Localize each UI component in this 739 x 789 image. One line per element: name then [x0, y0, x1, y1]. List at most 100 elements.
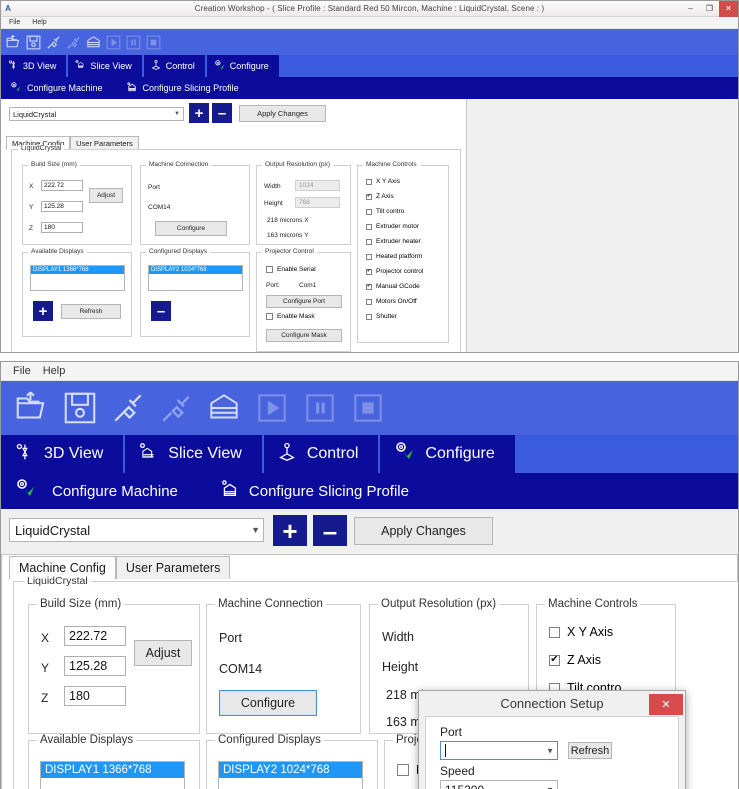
machine-control-row[interactable]: Extruder heater — [366, 238, 444, 245]
enable-mask-checkbox-row[interactable]: Enable Mask — [266, 313, 315, 320]
minimize-button[interactable]: – — [681, 1, 700, 17]
machine-control-row[interactable]: Extruder motor — [366, 223, 444, 230]
enable-serial-checkbox-row[interactable]: Enable Serial — [266, 266, 316, 273]
machine-control-row[interactable]: ✔ Z Axis — [366, 193, 444, 200]
remove-profile-button[interactable]: – — [212, 103, 232, 123]
dialog-refresh-button[interactable]: Refresh — [568, 742, 612, 759]
profile-select[interactable]: LiquidCrystal ▼ — [9, 107, 184, 121]
machine-control-row[interactable]: Shutter — [366, 313, 444, 320]
machine-control-row[interactable]: ✔ Z Axis — [549, 653, 669, 667]
build-size-x-input[interactable]: 222.72 — [41, 180, 83, 191]
machine-control-checkbox[interactable] — [366, 223, 372, 230]
add-display-button[interactable]: + — [33, 301, 53, 321]
adjust-button[interactable]: Adjust — [89, 188, 123, 203]
machine-control-row[interactable]: Tilt contro — [366, 208, 444, 215]
build-size-z-input[interactable]: 180 — [41, 222, 83, 233]
menu-help[interactable]: Help — [43, 365, 66, 377]
tab-user-parameters[interactable]: User Parameters — [115, 556, 231, 579]
save-file-icon[interactable] — [25, 34, 42, 51]
profile-select[interactable]: LiquidCrystal ▼ — [9, 518, 264, 542]
enable-mask-checkbox[interactable] — [266, 313, 273, 320]
open-file-icon[interactable] — [5, 34, 22, 51]
enable-serial-checkbox[interactable] — [266, 266, 273, 273]
machine-control-checkbox[interactable] — [366, 253, 372, 260]
enable-serial-checkbox[interactable] — [397, 764, 409, 776]
tab-slice-view[interactable]: Slice View — [125, 435, 264, 473]
machine-control-row[interactable]: Motors On/Off — [366, 298, 444, 305]
apply-changes-button[interactable]: Apply Changes — [354, 517, 493, 545]
tab-configure[interactable]: Configure — [206, 55, 281, 77]
machine-control-checkbox[interactable] — [366, 178, 372, 185]
configure-port-button[interactable]: Configure Port — [266, 295, 342, 308]
play-icon[interactable] — [105, 34, 122, 51]
configure-mask-button[interactable]: Configure Mask — [266, 329, 342, 342]
remove-display-button[interactable]: – — [151, 301, 171, 321]
disconnect-icon[interactable] — [65, 34, 82, 51]
machine-control-checkbox[interactable]: ✔ — [549, 654, 560, 666]
configured-displays-list[interactable]: DISPLAY2 1024*768 — [218, 761, 363, 789]
dialog-port-select[interactable]: ▼ — [440, 741, 558, 760]
slice-icon[interactable] — [85, 34, 102, 51]
connect-icon[interactable] — [109, 389, 147, 427]
tab-user-parameters[interactable]: User Parameters — [70, 136, 139, 150]
refresh-displays-button[interactable]: Refresh — [61, 304, 121, 319]
machine-control-row[interactable]: ✔ Projector control — [366, 268, 444, 275]
available-display-item[interactable]: DISPLAY1 1366*768 — [31, 266, 124, 274]
machine-control-checkbox[interactable] — [366, 313, 372, 320]
tab-3d-view[interactable]: 3D View — [1, 55, 69, 77]
tab-3d-view[interactable]: 3D View — [1, 435, 126, 473]
subtab-configure-slicing-profile[interactable]: Configure Slicing Profile — [218, 478, 409, 504]
tab-configure[interactable]: Configure — [380, 435, 517, 473]
disconnect-icon[interactable] — [157, 389, 195, 427]
dialog-close-button[interactable]: ✕ — [649, 693, 683, 715]
subtab-configure-machine[interactable]: Configure Machine — [13, 477, 178, 505]
available-displays-list[interactable]: DISPLAY1 1366*768 — [40, 761, 185, 789]
slice-icon[interactable] — [205, 389, 243, 427]
connect-icon[interactable] — [45, 34, 62, 51]
machine-control-checkbox[interactable] — [366, 238, 372, 245]
play-icon[interactable] — [253, 389, 291, 427]
machine-control-row[interactable]: X Y Axis — [549, 625, 669, 639]
adjust-button[interactable]: Adjust — [134, 640, 192, 666]
machine-control-checkbox[interactable] — [366, 208, 372, 215]
configured-display-item[interactable]: DISPLAY2 1024*768 — [219, 762, 362, 778]
pause-icon[interactable] — [301, 389, 339, 427]
menu-file[interactable]: File — [13, 365, 31, 377]
configure-connection-button[interactable]: Configure — [219, 690, 317, 716]
pause-icon[interactable] — [125, 34, 142, 51]
machine-control-checkbox[interactable] — [366, 298, 372, 305]
remove-profile-button[interactable]: – — [313, 515, 347, 546]
build-size-y-input[interactable]: 125.28 — [64, 656, 126, 676]
machine-control-row[interactable]: ✔ Manual GCode — [366, 283, 444, 290]
tab-control[interactable]: Control — [263, 435, 381, 473]
configured-displays-list[interactable]: DISPLAY2 1024*768 — [148, 265, 243, 291]
stop-icon[interactable] — [349, 389, 387, 427]
close-button[interactable]: ✕ — [719, 1, 738, 17]
tab-slice-view[interactable]: Slice View — [68, 55, 144, 77]
apply-changes-button[interactable]: Apply Changes — [239, 105, 326, 122]
build-size-z-input[interactable]: 180 — [64, 686, 126, 706]
add-profile-button[interactable]: + — [273, 515, 307, 546]
available-displays-list[interactable]: DISPLAY1 1366*768 — [30, 265, 125, 291]
restore-button[interactable]: ❐ — [700, 1, 719, 17]
stop-icon[interactable] — [145, 34, 162, 51]
machine-control-row[interactable]: Heated platform — [366, 253, 444, 260]
build-size-x-input[interactable]: 222.72 — [64, 626, 126, 646]
subtab-configure-machine[interactable]: Configure Machine — [9, 81, 103, 96]
configured-display-item[interactable]: DISPLAY2 1024*768 — [149, 266, 242, 274]
add-profile-button[interactable]: + — [189, 103, 209, 123]
available-display-item[interactable]: DISPLAY1 1366*768 — [41, 762, 184, 778]
save-file-icon[interactable] — [61, 389, 99, 427]
machine-control-checkbox[interactable]: ✔ — [366, 268, 372, 275]
open-file-icon[interactable] — [13, 389, 51, 427]
configure-connection-button[interactable]: Configure — [155, 221, 227, 236]
tab-control[interactable]: Control — [143, 55, 207, 77]
machine-control-checkbox[interactable] — [549, 626, 560, 638]
machine-control-checkbox[interactable]: ✔ — [366, 193, 372, 200]
build-size-y-input[interactable]: 125.28 — [41, 201, 83, 212]
subtab-configure-slicing-profile[interactable]: Configure Slicing Profile — [125, 81, 239, 96]
menu-file[interactable]: File — [9, 19, 20, 26]
dialog-speed-select[interactable]: 115200 ▼ — [440, 780, 558, 789]
machine-control-checkbox[interactable]: ✔ — [366, 283, 372, 290]
menu-help[interactable]: Help — [32, 19, 46, 26]
